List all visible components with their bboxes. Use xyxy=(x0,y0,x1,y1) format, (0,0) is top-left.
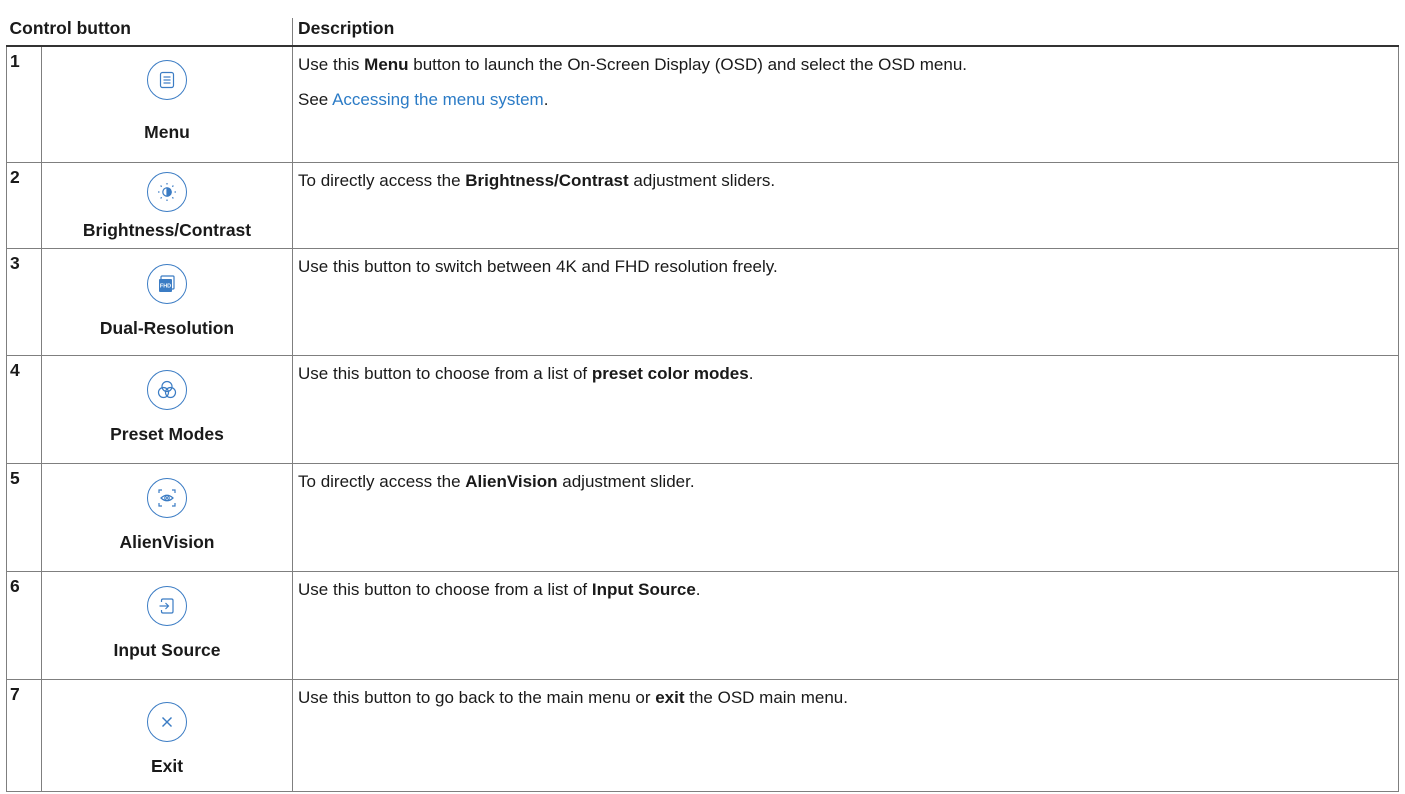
description-text: Use this button to go back to the main m… xyxy=(298,687,848,707)
table-row: 7 Exit Use this button to go back to the… xyxy=(6,679,1399,792)
control-label: Input Source xyxy=(113,639,221,660)
document-page: Control button Description 1 Menu Use th… xyxy=(0,0,1405,794)
control-cell: AlienVision xyxy=(41,463,294,572)
dual-resolution-icon: FHD xyxy=(147,263,187,304)
alienvision-icon xyxy=(147,477,187,518)
row-number: 6 xyxy=(6,571,42,680)
see-also-text: See Accessing the menu system. xyxy=(298,90,549,109)
description-text: Use this Menu button to launch the On-Sc… xyxy=(298,55,967,74)
input-source-icon xyxy=(147,585,187,626)
description-cell: Use this button to go back to the main m… xyxy=(292,679,1399,792)
control-cell: Exit xyxy=(41,679,294,792)
control-label: Exit xyxy=(150,755,184,776)
accessing-menu-system-link[interactable]: Accessing the menu system xyxy=(332,90,544,109)
control-buttons-table: Control button Description 1 Menu Use th… xyxy=(6,18,1399,792)
table-row: 1 Menu Use this Menu button to launch th… xyxy=(6,46,1399,163)
table-row: 3 FHD Dual-Resolution Use this button to… xyxy=(6,248,1399,356)
description-cell: Use this Menu button to launch the On-Sc… xyxy=(292,46,1399,163)
dual-resolution-icon-text: FHD xyxy=(160,283,171,289)
description-text: To directly access the AlienVision adjus… xyxy=(298,471,695,491)
control-label: Brightness/Contrast xyxy=(82,219,252,240)
description-cell: Use this button to choose from a list of… xyxy=(292,571,1399,680)
table-row: 6 Input Source Use this button to choose… xyxy=(6,571,1399,680)
preset-modes-icon xyxy=(147,369,187,410)
description-cell: Use this button to switch between 4K and… xyxy=(292,248,1399,356)
control-label: Menu xyxy=(144,122,190,142)
control-cell: Preset Modes xyxy=(41,355,294,464)
description-text: Use this button to switch between 4K and… xyxy=(298,256,778,276)
description-cell: To directly access the AlienVision adjus… xyxy=(292,463,1399,572)
control-cell: Input Source xyxy=(41,571,294,680)
description-cell: Use this button to choose from a list of… xyxy=(292,355,1399,464)
row-number: 3 xyxy=(6,248,42,356)
description-cell: To directly access the Brightness/Contra… xyxy=(292,162,1399,249)
row-number: 7 xyxy=(6,679,42,792)
table-row: 4 Preset Modes Use this button to choose… xyxy=(6,355,1399,464)
header-control-button: Control button xyxy=(6,18,294,47)
brightness-contrast-icon xyxy=(147,171,187,212)
row-number: 2 xyxy=(6,162,42,249)
control-cell: Brightness/Contrast xyxy=(41,162,294,249)
row-number: 1 xyxy=(6,46,42,163)
table-row: 5 AlienVision To directly access the Ali… xyxy=(6,463,1399,572)
menu-icon xyxy=(147,60,187,100)
control-label: Dual-Resolution xyxy=(99,317,235,338)
control-label: AlienVision xyxy=(119,531,215,552)
control-label: Preset Modes xyxy=(110,423,224,444)
control-cell: Menu xyxy=(41,46,294,163)
row-number: 5 xyxy=(6,463,42,572)
row-number: 4 xyxy=(6,355,42,464)
control-cell: FHD Dual-Resolution xyxy=(41,248,294,356)
exit-icon xyxy=(147,701,187,742)
table-row: 2 Brightness/Contrast To directly access… xyxy=(6,162,1399,249)
description-text: Use this button to choose from a list of… xyxy=(298,363,754,383)
description-text: To directly access the Brightness/Contra… xyxy=(298,170,776,190)
header-description: Description xyxy=(292,18,1399,47)
table-header-row: Control button Description xyxy=(6,18,1399,47)
description-text: Use this button to choose from a list of… xyxy=(298,579,701,599)
